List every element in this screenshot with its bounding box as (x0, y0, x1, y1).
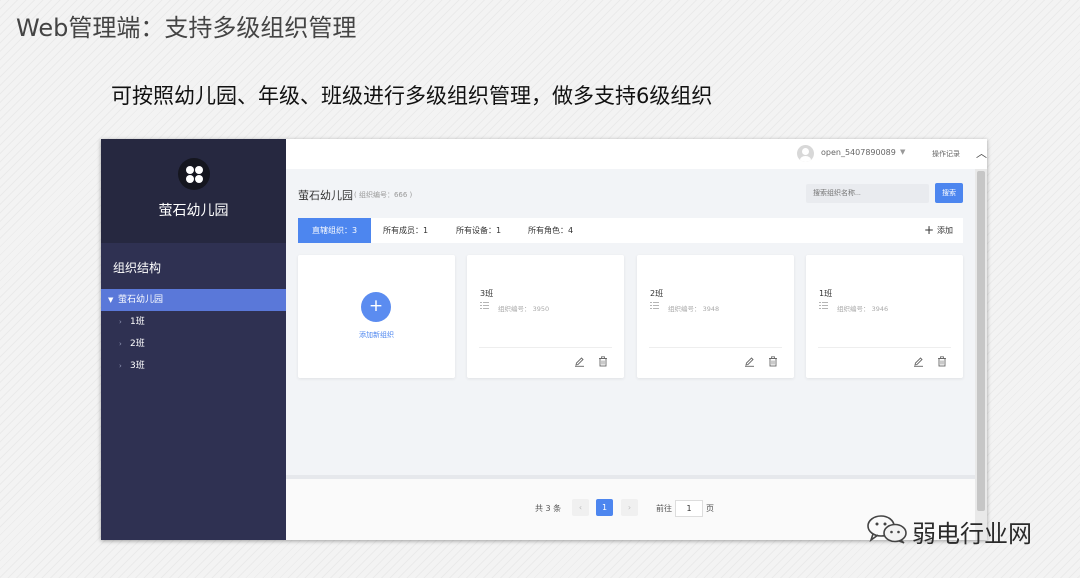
caret-right-icon[interactable]: › (119, 333, 122, 355)
operation-log-link[interactable]: 操作记录 (932, 149, 960, 159)
tree-item-class-1[interactable]: › 1班 (101, 311, 286, 333)
edit-icon[interactable] (574, 356, 585, 367)
divider (818, 347, 951, 348)
topbar: open_5407890089 ▼ 操作记录 ︿ (286, 139, 987, 169)
app-window: 萤石幼儿园 组织结构 ▼ 萤石幼儿园 › 1班 › 2班 › 3班 open_5… (101, 139, 987, 540)
list-icon (650, 302, 659, 309)
avatar[interactable] (797, 145, 814, 162)
list-icon (480, 302, 489, 309)
org-card-code: 组织编号： 3946 (837, 305, 889, 313)
total-count: 共 3 条 (535, 504, 562, 513)
tree-item-label: 2班 (130, 339, 145, 349)
search-input[interactable] (806, 184, 929, 203)
org-card-code: 组织编号： 3950 (498, 305, 550, 313)
page-1-button[interactable]: 1 (596, 499, 613, 516)
slide-title: Web管理端：支持多级组织管理 (16, 14, 357, 42)
tab-roles[interactable]: 所有角色：4 (528, 218, 573, 243)
slide-subtitle: 可按照幼儿园、年级、班级进行多级组织管理，做多支持6级组织 (111, 84, 713, 108)
org-card-name: 2班 (650, 289, 664, 298)
caret-right-icon[interactable]: › (119, 355, 122, 377)
org-code: ( 组织编号：666 ) (354, 191, 413, 199)
delete-icon[interactable] (598, 356, 608, 367)
org-card-code: 组织编号： 3948 (668, 305, 720, 313)
brand-name: 萤石幼儿园 (158, 203, 229, 219)
tab-devices[interactable]: 所有设备：1 (456, 218, 501, 243)
edit-icon[interactable] (744, 356, 755, 367)
kindergarten-logo-icon (178, 158, 210, 190)
wechat-icon (867, 515, 907, 544)
tree-item-class-3[interactable]: › 3班 (101, 355, 286, 377)
add-label: 添加 (937, 226, 953, 235)
chevron-down-icon[interactable]: ▼ (900, 148, 905, 156)
next-page-button[interactable]: › (621, 499, 638, 516)
edit-icon[interactable] (913, 356, 924, 367)
username[interactable]: open_5407890089 (821, 148, 896, 157)
org-card-name: 3班 (480, 289, 494, 298)
tab-direct-orgs[interactable]: 直辖组织：3 (298, 218, 371, 243)
divider (649, 347, 782, 348)
page-title: 萤石幼儿园 (298, 189, 353, 202)
tab-bar: 直辖组织：3 所有成员：1 所有设备：1 所有角色：4 + 添加 (298, 218, 963, 243)
org-card-class-3[interactable]: 3班 组织编号： 3950 (467, 255, 624, 378)
sidebar: 萤石幼儿园 组织结构 ▼ 萤石幼儿园 › 1班 › 2班 › 3班 (101, 139, 286, 540)
sidebar-brand: 萤石幼儿园 (101, 139, 286, 243)
add-org-label[interactable]: 添加新组织 (298, 330, 455, 340)
tree-item-label: 3班 (130, 361, 145, 371)
org-card-name: 1班 (819, 289, 833, 298)
add-org-card[interactable]: + 添加新组织 (298, 255, 455, 378)
tree-item-class-2[interactable]: › 2班 (101, 333, 286, 355)
caret-down-icon[interactable]: ▼ (108, 289, 113, 311)
watermark-text: 弱电行业网 (912, 520, 1032, 548)
goto-page-input[interactable]: 1 (675, 500, 703, 517)
prev-page-button[interactable]: ‹ (572, 499, 589, 516)
main-panel: open_5407890089 ▼ 操作记录 ︿ 萤石幼儿园 ( 组织编号：66… (286, 139, 987, 540)
add-button[interactable]: + 添加 (924, 218, 953, 243)
search-button[interactable]: 搜索 (935, 183, 963, 203)
scrollbar-thumb[interactable] (977, 171, 985, 511)
divider (479, 347, 612, 348)
goto-label: 前往 (656, 504, 672, 513)
tree-item-label: 萤石幼儿园 (118, 295, 164, 305)
tree-item-root[interactable]: ▼ 萤石幼儿园 (101, 289, 286, 311)
tree-item-label: 1班 (130, 317, 145, 327)
scrollbar[interactable] (975, 169, 987, 540)
page-unit-label: 页 (706, 504, 714, 513)
org-tree: ▼ 萤石幼儿园 › 1班 › 2班 › 3班 (101, 289, 286, 377)
list-icon (819, 302, 828, 309)
plus-icon: + (923, 223, 934, 237)
scroll-up-icon[interactable]: ︿ (976, 145, 987, 161)
org-card-class-1[interactable]: 1班 组织编号： 3946 (806, 255, 963, 378)
org-card-class-2[interactable]: 2班 组织编号： 3948 (637, 255, 794, 378)
caret-right-icon[interactable]: › (119, 311, 122, 333)
tab-members[interactable]: 所有成员：1 (383, 218, 428, 243)
add-circle-icon[interactable]: + (361, 292, 391, 322)
delete-icon[interactable] (937, 356, 947, 367)
delete-icon[interactable] (768, 356, 778, 367)
org-structure-heading: 组织结构 (113, 261, 162, 275)
